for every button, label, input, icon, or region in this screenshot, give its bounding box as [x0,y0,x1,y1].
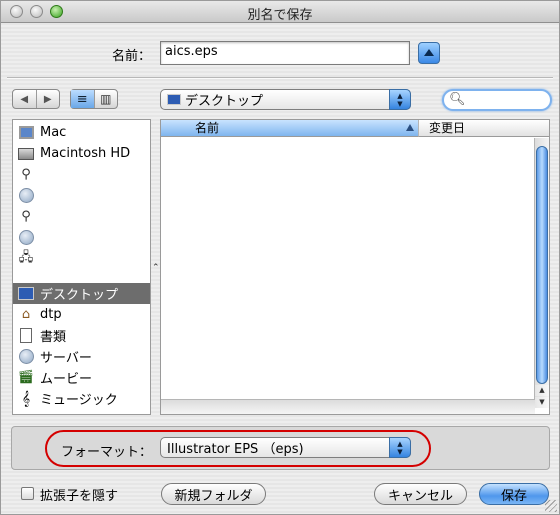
sidebar-item-label: Mac [40,125,67,140]
back-arrow-icon[interactable]: ◀ [13,90,36,108]
list-view-icon[interactable]: ≡ [71,90,94,108]
sidebar-item-music[interactable]: 𝄞 ミュージック [13,388,150,409]
sidebar-item-label: ムービー [40,372,93,387]
column-header-label: 変更日 [429,121,466,135]
collapse-dialog-button[interactable] [418,42,440,64]
sidebar-item-documents[interactable]: 書類 [13,325,150,346]
filename-input[interactable]: aics.eps [160,41,410,65]
music-icon: 𝄞 [21,390,31,407]
sidebar-item-server[interactable]: サーバー [13,346,150,367]
globe-icon [18,230,34,245]
sidebar-item-label: ミュージック [40,393,118,408]
document-icon [20,328,32,343]
file-list: 名前 変更日 ▲ ▼ [160,119,550,415]
save-button[interactable]: 保存 [479,483,549,505]
sidebar-item-network-volume[interactable]: ⚲ [13,164,150,185]
network-volume-icon: ⚲ [21,209,31,224]
popup-arrows-icon: ▲ ▼ [389,89,411,110]
vertical-scrollbar[interactable] [534,138,549,397]
sidebar-item-network-server[interactable]: 🖧︎ [13,248,150,269]
scroll-thumb[interactable] [536,146,548,384]
column-header-date-modified[interactable]: 変更日 [419,120,549,137]
sidebar-item-movies[interactable]: 🎬︎ ムービー [13,367,150,388]
highlight-annotation [45,430,431,467]
search-field[interactable]: 🔍︎ [442,89,552,111]
sidebar-item-network-volume[interactable]: ⚲ [13,206,150,227]
cancel-button[interactable]: キャンセル [374,483,467,505]
sidebar-item-macintosh-hd[interactable]: Macintosh HD [13,143,150,164]
sidebar-item-label: サーバー [40,351,92,366]
sidebar-item-label: 書類 [40,330,67,345]
separator [7,77,553,79]
new-folder-button[interactable]: 新規フォルダ [161,483,266,505]
network-volume-icon: ⚲ [21,167,31,182]
forward-arrow-icon[interactable]: ▶ [35,90,60,108]
sidebar-item-label: Macintosh HD [40,146,131,161]
location-popup[interactable]: デスクトップ ▲ ▼ [160,89,411,110]
title-bar[interactable]: 別名で保存 [1,1,559,23]
globe-icon [18,188,34,203]
sidebar-item-network-globe[interactable] [13,227,150,248]
sort-ascending-icon [406,124,414,131]
splitter-handle[interactable]: ⌃ [152,263,160,273]
server-icon [18,349,34,364]
horizontal-scrollbar[interactable] [161,399,535,414]
collapse-arrow-icon [424,49,434,56]
window-title: 別名で保存 [247,8,313,23]
desktop-icon [18,287,34,300]
home-icon: ⌂ [21,307,31,322]
desktop-icon [167,94,181,105]
save-dialog-window: 別名で保存 名前： aics.eps ◀ ▶ ≡ ▥ デスクトップ ▲ ▼ 🔍︎ … [0,0,560,515]
save-as-label: 名前： [112,49,152,64]
search-icon: 🔍︎ [449,92,466,107]
scroll-down-icon[interactable]: ▼ [534,397,549,408]
resize-grip-icon[interactable] [545,500,557,512]
sidebar-item-label: デスクトップ [40,288,119,303]
back-forward-control: ◀ ▶ [12,89,60,109]
movie-icon: 🎬︎ [17,370,35,385]
sidebar-item-network-globe[interactable] [13,185,150,206]
sidebar-item-label: dtp [40,307,62,322]
scroll-up-icon[interactable]: ▲ [534,385,549,396]
sidebar-item-desktop[interactable]: デスクトップ [13,283,150,304]
view-mode-control: ≡ ▥ [70,89,118,109]
column-header-label: 名前 [195,121,220,135]
sidebar-item-mac[interactable]: Mac [13,122,150,143]
sidebar-item-dtp[interactable]: ⌂ dtp [13,304,150,325]
hide-extension-checkbox[interactable] [21,487,34,500]
computer-icon [18,126,34,139]
sidebar: Mac Macintosh HD ⚲ ⚲ 🖧︎ デスクトップ ⌂ dtp 書類 … [12,119,151,415]
hide-extension-label: 拡張子を隠す [40,489,119,504]
location-label: デスクトップ [185,94,264,109]
column-view-icon[interactable]: ▥ [93,90,118,108]
network-server-icon: 🖧︎ [18,249,34,265]
column-header-name[interactable]: 名前 [161,120,419,137]
hard-disk-icon [18,147,34,160]
